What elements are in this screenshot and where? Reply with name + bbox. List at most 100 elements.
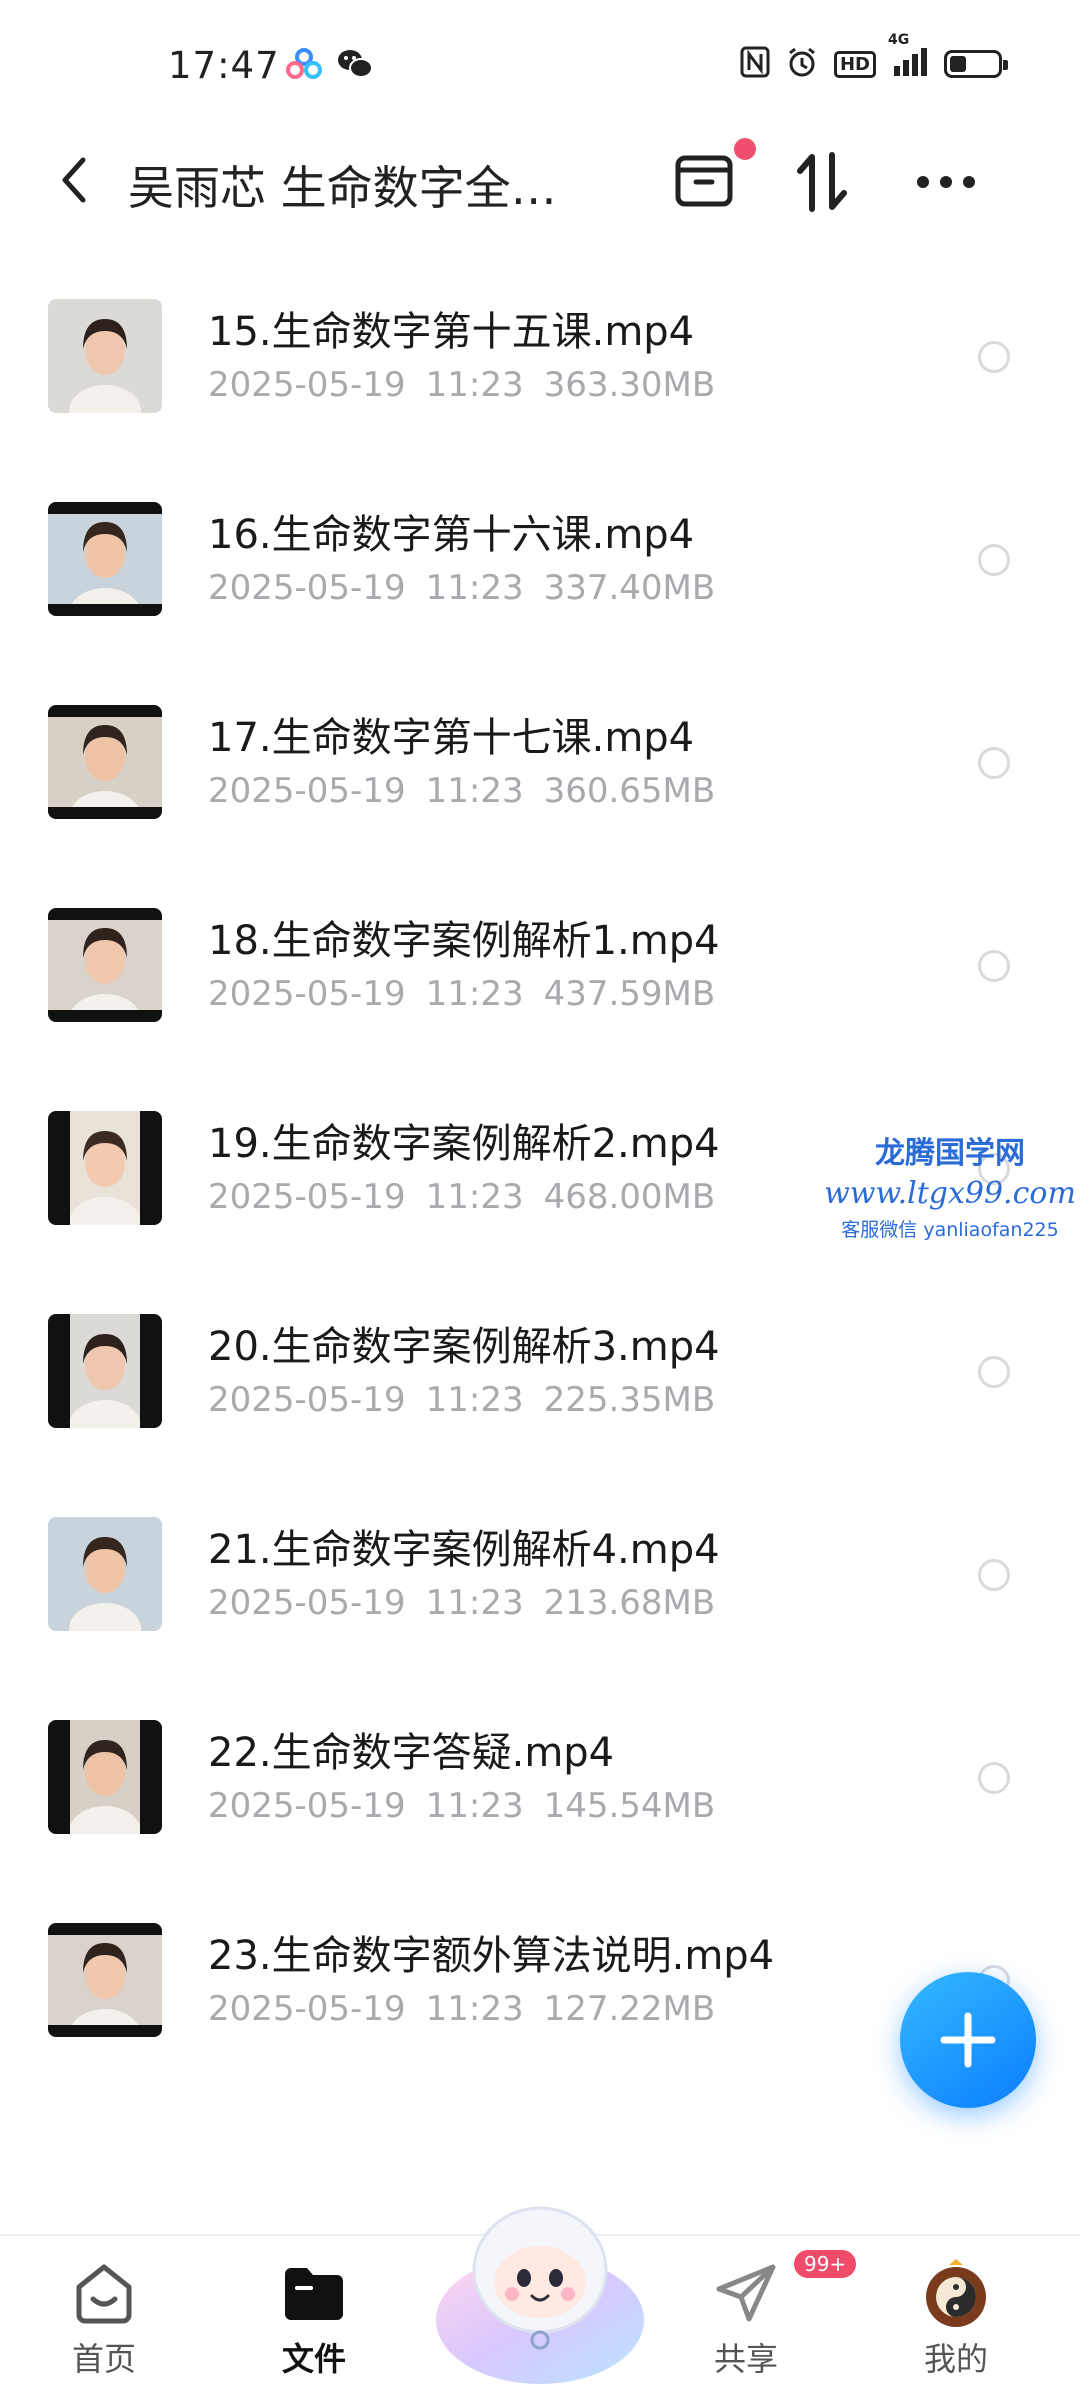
file-meta: 2025-05-19 11:23 360.65MB: [208, 771, 735, 811]
select-radio[interactable]: [978, 341, 1010, 373]
file-name: 21.生命数字案例解析4.mp4: [208, 1527, 720, 1573]
file-date: 2025-05-19: [208, 1177, 406, 1217]
avatar: [920, 2258, 992, 2330]
file-time: 11:23: [425, 1786, 524, 1826]
file-date: 2025-05-19: [208, 1786, 406, 1826]
status-bar: 17:47 HD 4G: [0, 0, 1080, 130]
file-date: 2025-05-19: [208, 771, 406, 811]
nav-files[interactable]: 文件: [244, 2258, 384, 2398]
select-radio[interactable]: [978, 747, 1010, 779]
file-list-inner: 14.生命数字第十四课.mp42025-05-1911:23300.09MB15…: [0, 230, 1080, 2082]
file-meta: 2025-05-19 11:23 213.68MB: [208, 1583, 735, 1623]
home-icon: [68, 2258, 140, 2330]
file-name: 22.生命数字答疑.mp4: [208, 1730, 615, 1776]
sort-icon: [797, 152, 847, 212]
file-meta: 2025-05-19 11:23 363.30MB: [208, 365, 735, 405]
mascot-icon: [436, 2206, 644, 2384]
video-thumbnail: [48, 705, 162, 819]
select-radio[interactable]: [978, 1356, 1010, 1388]
baidu-netdisk-icon: [286, 48, 322, 84]
select-radio[interactable]: [978, 544, 1010, 576]
file-time: 11:23: [425, 771, 524, 811]
video-thumbnail: [48, 502, 162, 616]
list-item[interactable]: 19.生命数字案例解析2.mp4 2025-05-19 11:23 468.00MB: [0, 1067, 1080, 1270]
wechat-icon: [336, 48, 374, 84]
file-name: 23.生命数字额外算法说明.mp4: [208, 1933, 775, 1979]
network-label: 4G: [888, 32, 910, 48]
file-meta: 2025-05-19 11:23 145.54MB: [208, 1786, 735, 1826]
plus-icon: [940, 2012, 996, 2068]
file-name: 18.生命数字案例解析1.mp4: [208, 918, 720, 964]
file-name: 17.生命数字第十七课.mp4: [208, 715, 695, 761]
transfer-box-button[interactable]: [668, 138, 756, 218]
nav-share[interactable]: 99+ 共享: [676, 2248, 859, 2398]
list-item[interactable]: 21.生命数字案例解析4.mp4 2025-05-19 11:23 213.68MB: [0, 1473, 1080, 1676]
list-item[interactable]: 18.生命数字案例解析1.mp4 2025-05-19 11:23 437.59MB: [0, 864, 1080, 1067]
status-time: 17:47: [168, 44, 280, 87]
file-date: 2025-05-19: [208, 1989, 406, 2029]
nav-home[interactable]: 首页: [34, 2258, 174, 2398]
list-item[interactable]: 15.生命数字第十五课.mp4 2025-05-19 11:23 363.30MB: [0, 255, 1080, 458]
select-radio[interactable]: [978, 1153, 1010, 1185]
file-meta: 2025-05-19 11:23 225.35MB: [208, 1380, 735, 1420]
folder-icon: [278, 2258, 350, 2330]
file-meta: 2025-05-19 11:23 468.00MB: [208, 1177, 735, 1217]
select-radio[interactable]: [978, 950, 1010, 982]
file-date: 2025-05-19: [208, 1380, 406, 1420]
file-date: 2025-05-19: [208, 568, 406, 608]
nav-home-label: 首页: [71, 2340, 136, 2378]
battery-icon: [944, 50, 1008, 78]
file-size: 363.30MB: [543, 365, 716, 405]
video-thumbnail: [48, 1517, 162, 1631]
file-list[interactable]: 14.生命数字第十四课.mp42025-05-1911:23300.09MB15…: [0, 230, 1080, 2220]
header: 吴雨芯 生命数字全…: [0, 130, 1080, 230]
sort-button[interactable]: [786, 146, 858, 218]
share-badge: 99+: [792, 2248, 859, 2280]
file-time: 11:23: [425, 365, 524, 405]
file-time: 11:23: [425, 568, 524, 608]
video-thumbnail: [48, 299, 162, 413]
file-time: 11:23: [425, 974, 524, 1014]
list-item[interactable]: 14.生命数字第十四课.mp42025-05-1911:23300.09MB: [0, 230, 1080, 255]
list-item[interactable]: 17.生命数字第十七课.mp4 2025-05-19 11:23 360.65MB: [0, 661, 1080, 864]
file-size: 213.68MB: [543, 1583, 716, 1623]
file-size: 225.35MB: [543, 1380, 716, 1420]
signal-icon: 4G: [888, 32, 928, 82]
select-radio[interactable]: [978, 1559, 1010, 1591]
back-button[interactable]: [44, 150, 104, 210]
file-meta: 2025-05-19 11:23 127.22MB: [208, 1989, 735, 2029]
file-size: 468.00MB: [543, 1177, 716, 1217]
nav-mine-label: 我的: [923, 2340, 988, 2378]
file-date: 2025-05-19: [208, 1583, 406, 1623]
more-button[interactable]: [910, 146, 982, 218]
file-size: 437.59MB: [543, 974, 716, 1014]
file-date: 2025-05-19: [208, 974, 406, 1014]
more-icon: [917, 176, 975, 188]
file-time: 11:23: [425, 1583, 524, 1623]
nfc-icon: [740, 46, 770, 82]
file-name: 16.生命数字第十六课.mp4: [208, 512, 695, 558]
file-size: 145.54MB: [543, 1786, 716, 1826]
status-right: HD 4G: [740, 32, 1008, 82]
file-name: 19.生命数字案例解析2.mp4: [208, 1121, 720, 1167]
file-date: 2025-05-19: [208, 365, 406, 405]
list-item[interactable]: 20.生命数字案例解析3.mp4 2025-05-19 11:23 225.35MB: [0, 1270, 1080, 1473]
list-item[interactable]: 22.生命数字答疑.mp4 2025-05-19 11:23 145.54MB: [0, 1676, 1080, 1879]
file-time: 11:23: [425, 1177, 524, 1217]
inbox-icon: [674, 138, 756, 212]
file-size: 337.40MB: [543, 568, 716, 608]
assistant-mascot-button[interactable]: [428, 2170, 652, 2390]
file-time: 11:23: [425, 1380, 524, 1420]
nav-mine[interactable]: 我的: [886, 2258, 1026, 2398]
alarm-icon: [786, 46, 818, 82]
file-size: 360.65MB: [543, 771, 716, 811]
file-name: 20.生命数字案例解析3.mp4: [208, 1324, 720, 1370]
select-radio[interactable]: [978, 1762, 1010, 1794]
file-meta: 2025-05-19 11:23 337.40MB: [208, 568, 735, 608]
file-meta: 2025-05-19 11:23 437.59MB: [208, 974, 735, 1014]
add-button[interactable]: [900, 1972, 1036, 2108]
video-thumbnail: [48, 1111, 162, 1225]
list-item[interactable]: 16.生命数字第十六课.mp4 2025-05-19 11:23 337.40MB: [0, 458, 1080, 661]
file-size: 127.22MB: [543, 1989, 716, 2029]
video-thumbnail: [48, 1720, 162, 1834]
